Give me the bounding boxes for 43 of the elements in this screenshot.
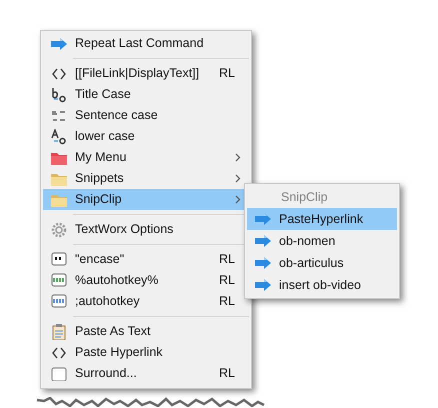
arrow-icon xyxy=(254,257,272,269)
menu-item[interactable]: Paste Hyperlink xyxy=(43,342,249,363)
shortcut-label: RL xyxy=(219,251,236,268)
shortcut-label: RL xyxy=(219,365,236,382)
menu-item[interactable]: ob-articulus xyxy=(247,252,397,274)
document-icon xyxy=(51,366,67,380)
gear-icon xyxy=(51,222,67,238)
menu-item[interactable]: insert ob-video xyxy=(247,274,397,296)
code-brackets-icon xyxy=(52,68,66,80)
menu-item[interactable]: "encase" RL xyxy=(43,249,249,270)
menu-item[interactable]: TextWorx Options xyxy=(43,219,249,240)
chevron-right-icon xyxy=(235,195,241,204)
menu-item[interactable]: My Menu xyxy=(43,147,249,168)
shortcut-label: RL xyxy=(219,272,236,290)
menu-item[interactable]: ob-nomen xyxy=(247,230,397,252)
arrow-icon xyxy=(50,38,68,50)
menu-item[interactable]: ;autohotkey RL xyxy=(43,291,249,312)
arrow-icon xyxy=(254,213,272,225)
menu-item[interactable]: Snippets xyxy=(43,168,249,189)
menu-item[interactable]: Repeat Last Command xyxy=(43,33,249,54)
menu-item[interactable]: [[FileLink|DisplayText]] RL xyxy=(43,63,249,84)
code-brackets-icon xyxy=(52,346,66,358)
menu-item[interactable]: Surround... RL xyxy=(43,363,249,384)
shortcut-label: RL xyxy=(219,293,236,310)
chevron-right-icon xyxy=(235,174,241,183)
quote-icon xyxy=(51,252,67,268)
folder-icon xyxy=(51,192,67,206)
submenu-title: SnipClip xyxy=(280,188,329,206)
menu-item[interactable]: %autohotkey% RL xyxy=(43,270,249,291)
script-icon xyxy=(51,294,67,310)
arrow-icon xyxy=(254,279,272,291)
menu-item[interactable]: PasteHyperlink xyxy=(247,208,397,230)
menu-item[interactable]: Sentence case xyxy=(43,105,249,126)
clipboard-icon xyxy=(52,324,66,340)
script-icon xyxy=(51,272,67,288)
arrow-icon xyxy=(254,235,272,247)
shortcut-label: RL xyxy=(219,65,236,82)
folder-icon xyxy=(51,150,67,164)
menu-item[interactable]: lower case xyxy=(43,126,249,147)
menu-item[interactable]: Title Case xyxy=(43,84,249,105)
menu-item[interactable]: Paste As Text xyxy=(43,321,249,342)
chevron-right-icon xyxy=(235,153,241,162)
folder-icon xyxy=(51,172,67,186)
